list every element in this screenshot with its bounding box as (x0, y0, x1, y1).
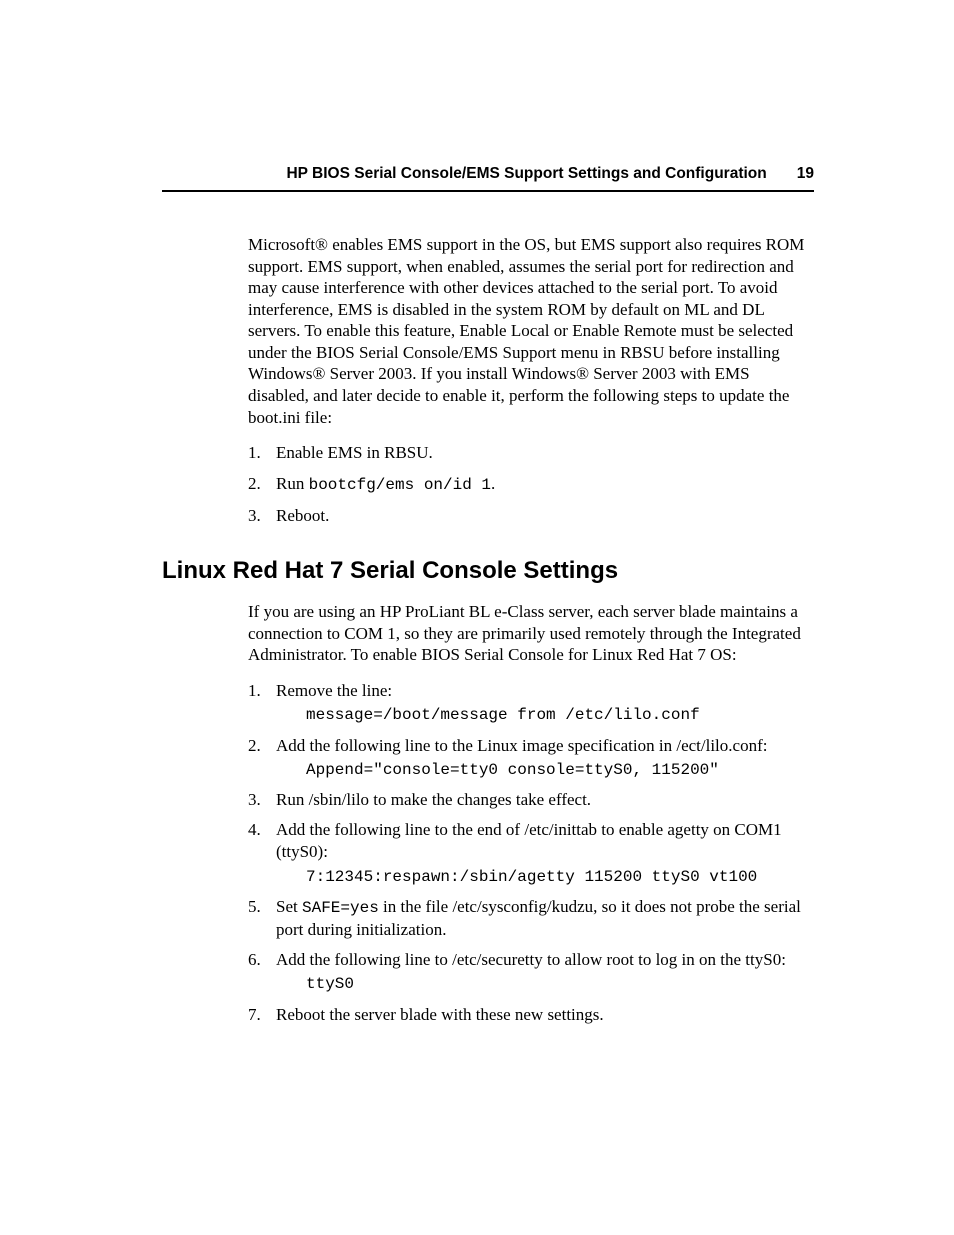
step-text: Add the following line to the Linux imag… (276, 736, 767, 755)
list-item: Set SAFE=yes in the file /etc/sysconfig/… (248, 896, 814, 941)
code-block: Append="console=tty0 console=ttyS0, 1152… (306, 760, 814, 782)
list-item: Add the following line to the Linux imag… (248, 735, 814, 782)
list-item: Add the following line to the end of /et… (248, 819, 814, 888)
list-item: Run /sbin/lilo to make the changes take … (248, 789, 814, 811)
code-block: message=/boot/message from /etc/lilo.con… (306, 705, 814, 727)
step-text: Run /sbin/lilo to make the changes take … (276, 790, 591, 809)
step-text: Enable EMS in RBSU. (276, 443, 433, 462)
step-text: . (491, 474, 495, 493)
section-heading: Linux Red Hat 7 Serial Console Settings (162, 557, 814, 585)
linux-steps-list: Remove the line: message=/boot/message f… (248, 680, 814, 1026)
inline-code: bootcfg/ems on/id 1 (309, 476, 491, 494)
code-block: 7:12345:respawn:/sbin/agetty 115200 ttyS… (306, 867, 814, 889)
document-page: HP BIOS Serial Console/EMS Support Setti… (0, 0, 954, 1026)
step-text: Set (276, 897, 302, 916)
step-text: Add the following line to the end of /et… (276, 820, 782, 861)
intro-paragraph: Microsoft® enables EMS support in the OS… (248, 234, 814, 428)
step-text: Reboot. (276, 506, 329, 525)
list-item: Reboot the server blade with these new s… (248, 1004, 814, 1026)
step-text: Remove the line: (276, 681, 392, 700)
list-item: Reboot. (248, 505, 814, 527)
section-paragraph: If you are using an HP ProLiant BL e-Cla… (248, 601, 814, 666)
step-text: Reboot the server blade with these new s… (276, 1005, 604, 1024)
ems-steps-list: Enable EMS in RBSU. Run bootcfg/ems on/i… (248, 442, 814, 527)
list-item: Run bootcfg/ems on/id 1. (248, 473, 814, 496)
code-block: ttyS0 (306, 974, 814, 996)
list-item: Enable EMS in RBSU. (248, 442, 814, 464)
step-text: Run (276, 474, 309, 493)
header-page-number: 19 (797, 165, 814, 182)
intro-block: Microsoft® enables EMS support in the OS… (248, 234, 814, 527)
header-title: HP BIOS Serial Console/EMS Support Setti… (286, 165, 766, 182)
inline-code: SAFE=yes (302, 899, 379, 917)
list-item: Add the following line to /etc/securetty… (248, 949, 814, 996)
section-block: If you are using an HP ProLiant BL e-Cla… (248, 601, 814, 1026)
list-item: Remove the line: message=/boot/message f… (248, 680, 814, 727)
step-text: Add the following line to /etc/securetty… (276, 950, 786, 969)
page-header: HP BIOS Serial Console/EMS Support Setti… (162, 165, 814, 192)
